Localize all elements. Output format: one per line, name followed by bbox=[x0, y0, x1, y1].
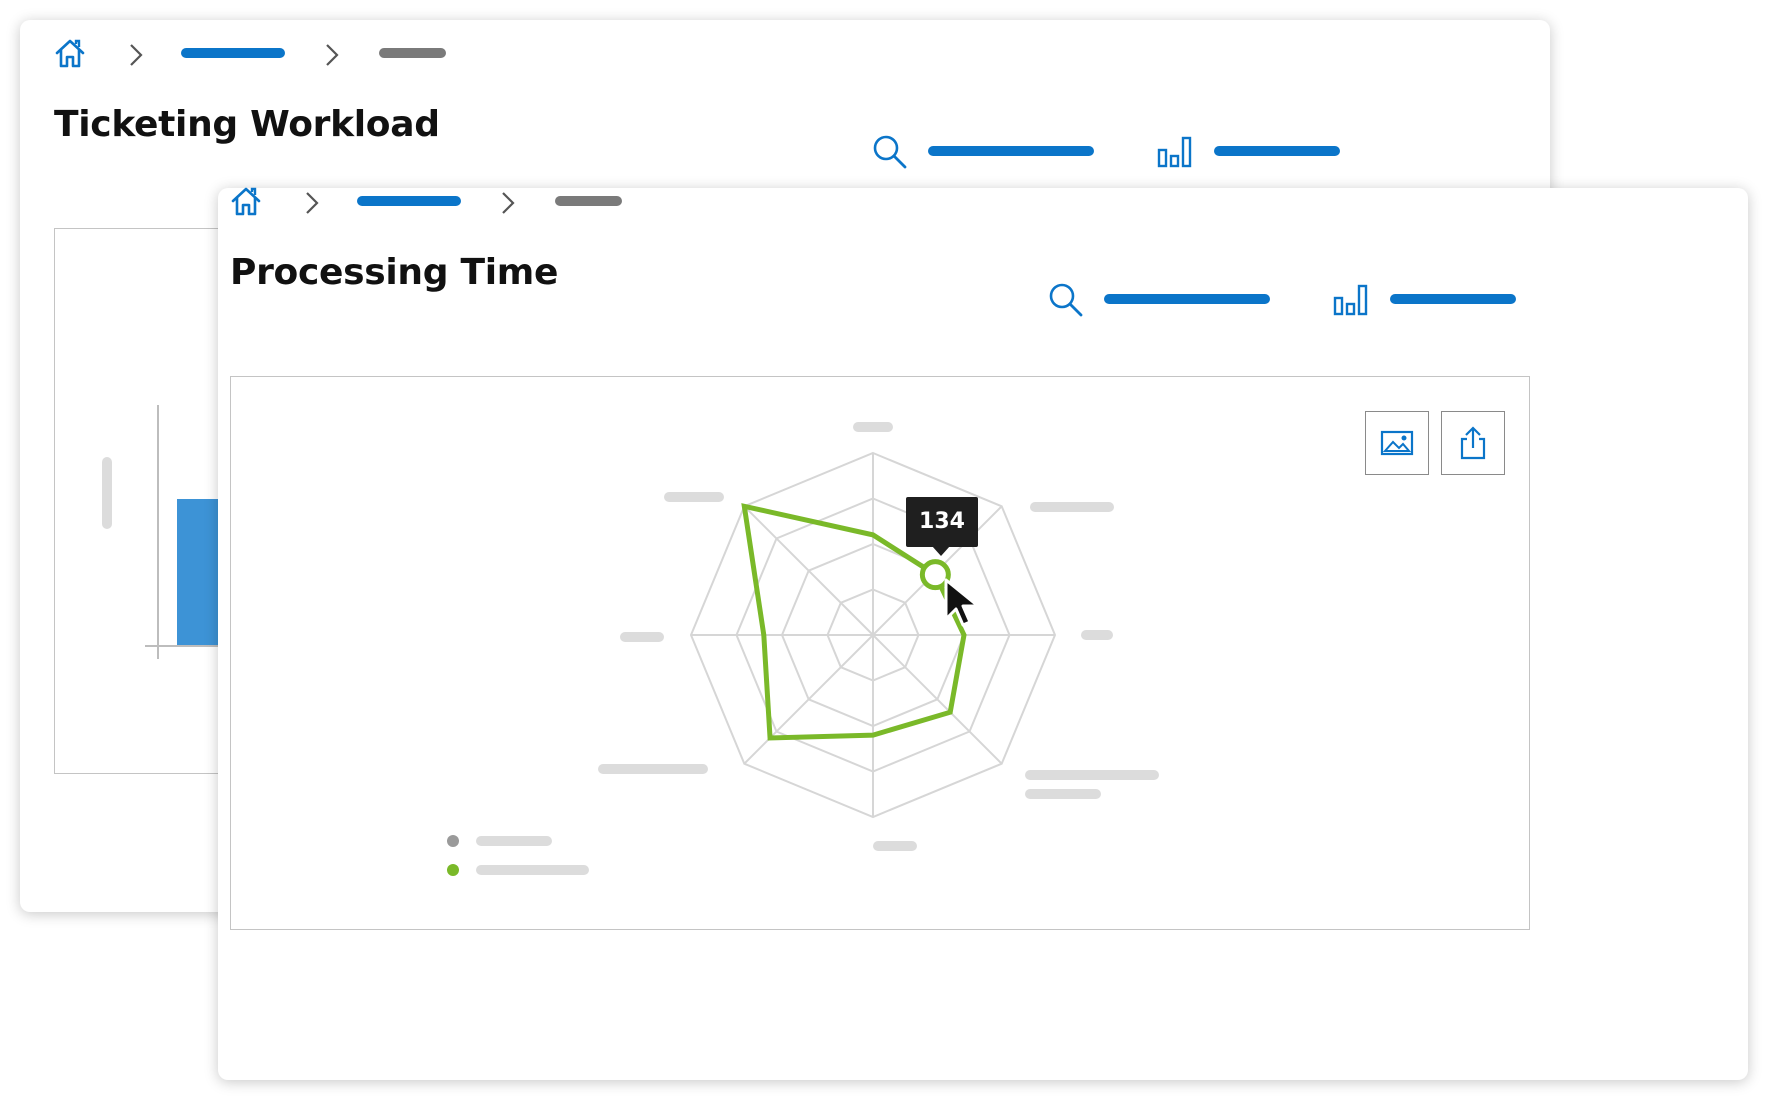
bar-chart-icon[interactable] bbox=[1156, 134, 1194, 168]
front-window: Processing Time 134 bbox=[218, 186, 1748, 1080]
radar-axis-label-placeholder bbox=[620, 632, 664, 642]
legend-label-placeholder bbox=[476, 836, 552, 846]
search-link-placeholder[interactable] bbox=[928, 146, 1094, 156]
chevron-right-icon bbox=[130, 44, 143, 66]
chart-frame: 134 bbox=[230, 376, 1530, 930]
legend-label-placeholder bbox=[476, 865, 589, 875]
breadcrumb-link-placeholder[interactable] bbox=[181, 48, 285, 58]
radar-axis-label-placeholder bbox=[1081, 630, 1113, 640]
breadcrumb-current-placeholder bbox=[379, 48, 446, 58]
home-icon[interactable] bbox=[54, 38, 86, 68]
radar-axis-label-placeholder bbox=[598, 764, 708, 774]
chart-link-placeholder[interactable] bbox=[1390, 294, 1516, 304]
chevron-right-icon bbox=[502, 192, 515, 214]
search-icon[interactable] bbox=[872, 134, 908, 170]
cursor-icon bbox=[944, 578, 980, 627]
data-tooltip: 134 bbox=[906, 497, 978, 556]
search-icon[interactable] bbox=[1048, 282, 1084, 318]
radar-axis-label-placeholder bbox=[1025, 770, 1159, 780]
radar-chart bbox=[598, 422, 1159, 851]
home-icon[interactable] bbox=[230, 186, 262, 216]
page-title: Processing Time bbox=[230, 252, 559, 293]
y-axis-label-placeholder bbox=[102, 457, 112, 529]
search-link-placeholder[interactable] bbox=[1104, 294, 1270, 304]
chevron-right-icon bbox=[306, 192, 319, 214]
breadcrumb-current-placeholder bbox=[555, 196, 622, 206]
bar-chart-icon[interactable] bbox=[1332, 282, 1370, 316]
page-title: Ticketing Workload bbox=[54, 104, 440, 145]
stage: Ticketing Workload Processing Time 134 bbox=[0, 0, 1767, 1100]
radar-axis-label-placeholder bbox=[1025, 789, 1101, 799]
radar-axis-labels bbox=[598, 422, 1159, 851]
radar-axis-label-placeholder bbox=[853, 422, 893, 432]
breadcrumb-link-placeholder[interactable] bbox=[357, 196, 461, 206]
radar-axis-label-placeholder bbox=[873, 841, 917, 851]
chart-link-placeholder[interactable] bbox=[1214, 146, 1340, 156]
y-axis-line bbox=[157, 405, 159, 659]
radar-axis-label-placeholder bbox=[664, 492, 724, 502]
legend-marker-gray bbox=[447, 835, 459, 847]
legend-marker-green bbox=[447, 864, 459, 876]
radar-axis-label-placeholder bbox=[1030, 502, 1114, 512]
chevron-right-icon bbox=[326, 44, 339, 66]
